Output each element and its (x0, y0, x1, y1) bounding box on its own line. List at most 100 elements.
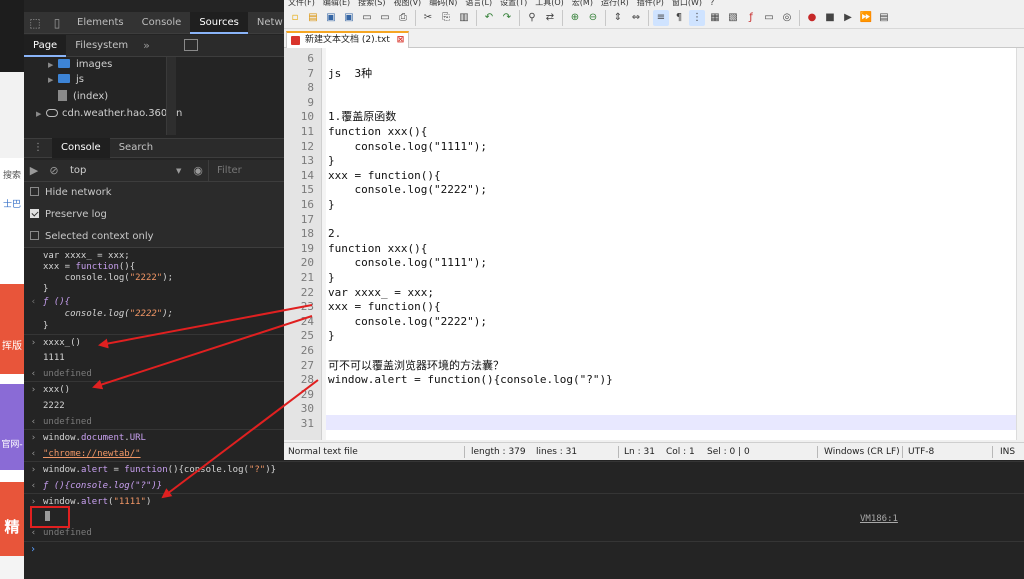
cut-icon[interactable]: ✂ (420, 10, 436, 26)
tab-sources[interactable]: Sources (190, 11, 248, 34)
selected-context-option[interactable]: Selected context only (30, 228, 154, 246)
code-line: window.alert = function(){console.log("?… (328, 373, 613, 387)
menu-language[interactable]: 语言(L) (461, 0, 496, 7)
filter-input[interactable]: Filter (208, 159, 294, 182)
undo-icon[interactable]: ↶ (481, 10, 497, 26)
file-tab[interactable]: 新建文本文档 (2).txt ⊠ (286, 31, 410, 48)
hide-network-option[interactable]: Hide network (30, 184, 112, 202)
selected-context-checkbox[interactable] (30, 231, 39, 240)
menu-macro[interactable]: 宏(M) (568, 0, 597, 7)
expand-arrow-icon[interactable]: ▶ (48, 57, 58, 73)
inspect-element-icon[interactable]: ⬚ (24, 12, 46, 34)
tree-item-domain[interactable]: ▶ cdn.weather.hao.360.cn (36, 106, 182, 122)
eye-icon[interactable]: ◉ (188, 164, 208, 177)
word-wrap-icon[interactable]: ≡ (653, 9, 669, 26)
clear-console-icon[interactable]: ⊘ (44, 164, 64, 177)
paste-icon[interactable]: ▥ (456, 10, 472, 26)
show-sidebar-icon[interactable]: ▶ (24, 164, 44, 177)
code-line: xxx = function(){ (328, 168, 441, 182)
menu-run[interactable]: 运行(R) (597, 0, 633, 7)
option-label: Preserve log (45, 209, 107, 220)
menu-file[interactable]: 文件(F) (284, 0, 319, 7)
toolbar-divider (648, 9, 649, 26)
preserve-log-option[interactable]: Preserve log (30, 206, 107, 224)
line-number: 19 (300, 241, 314, 255)
menu-view[interactable]: 视图(V) (389, 0, 425, 7)
file-tree-scrollbar[interactable] (166, 57, 176, 135)
code-editor[interactable]: 6 7 js 3种 8 9 10 1.覆盖原函数 11 function xxx(){12 co… (284, 48, 1024, 440)
folder-workspace-icon[interactable]: ▭ (761, 10, 777, 26)
monitoring-icon[interactable]: ◎ (779, 10, 795, 26)
device-toolbar-icon[interactable]: ▯ (46, 12, 68, 34)
doc-map-icon[interactable]: ▧ (725, 10, 741, 26)
source-link-vm[interactable]: VM186:1 (860, 511, 898, 527)
menu-edit[interactable]: 编辑(E) (319, 0, 354, 7)
editor-scrollbar[interactable] (1016, 48, 1024, 440)
find-icon[interactable]: ⚲ (524, 10, 540, 26)
sync-horizontal-icon[interactable]: ⇔ (628, 10, 644, 26)
drawer-tab-console[interactable]: Console (52, 138, 110, 158)
menu-search[interactable]: 搜索(S) (354, 0, 389, 7)
page-card-orange-2[interactable]: 精 (0, 482, 24, 556)
sync-vertical-icon[interactable]: ⇕ (610, 10, 626, 26)
close-icon[interactable]: ▭ (359, 10, 375, 26)
zoom-in-icon[interactable]: ⊕ (567, 10, 583, 26)
code-line: 2. (328, 227, 342, 241)
expand-arrow-icon[interactable]: ▶ (48, 72, 58, 88)
preserve-log-checkbox[interactable] (30, 209, 39, 218)
menu-encoding[interactable]: 编码(N) (425, 0, 461, 7)
menu-window[interactable]: 窗口(W) (668, 0, 706, 7)
function-list-icon[interactable]: ƒ (743, 10, 759, 26)
save-icon[interactable]: ▣ (323, 10, 339, 26)
menu-plugins[interactable]: 插件(P) (633, 0, 668, 7)
tree-item-index[interactable]: (index) (58, 89, 108, 105)
tree-item-images[interactable]: ▶ images (48, 57, 112, 73)
console-prompt[interactable]: › (30, 544, 36, 555)
stop-macro-icon[interactable]: ■ (822, 10, 838, 26)
replace-icon[interactable]: ⇄ (542, 10, 558, 26)
close-tab-icon[interactable]: ⊠ (397, 35, 405, 45)
page-link-text[interactable]: 士巴 (0, 198, 24, 212)
code-line: 可不可以覆盖浏览器环境的方法囊？ (328, 358, 504, 372)
page-card-orange[interactable]: 挥版 (0, 284, 24, 374)
udl-icon[interactable]: ▦ (707, 10, 723, 26)
record-macro-icon[interactable]: ● (804, 10, 820, 26)
more-tabs-chevron-icon[interactable]: » (137, 39, 156, 52)
copy-icon[interactable]: ⎘ (438, 10, 454, 26)
menu-help[interactable]: ? (706, 0, 718, 7)
tab-console[interactable]: Console (133, 12, 191, 34)
play-macro-icon[interactable]: ▶ (840, 10, 856, 26)
drawer-tab-search[interactable]: Search (110, 138, 162, 158)
hide-network-checkbox[interactable] (30, 187, 39, 196)
tab-page[interactable]: Page (24, 34, 67, 57)
menu-tools[interactable]: 工具(O) (531, 0, 568, 7)
new-file-icon[interactable]: ▫ (287, 10, 303, 26)
expand-arrow-icon[interactable]: ▶ (36, 106, 46, 122)
print-icon[interactable]: ⎙ (395, 10, 411, 26)
chevron-down-icon[interactable]: ▼ (176, 167, 188, 175)
context-selector[interactable]: top (64, 165, 176, 176)
status-divider (992, 446, 993, 458)
page-card-purple[interactable]: 官网- (0, 384, 24, 470)
open-file-icon[interactable]: ▤ (305, 10, 321, 26)
indent-guide-icon[interactable]: ⋮ (689, 9, 705, 26)
close-all-icon[interactable]: ▭ (377, 10, 393, 26)
run-macro-multiple-icon[interactable]: ⏩ (858, 10, 874, 26)
redo-icon[interactable]: ↷ (499, 10, 515, 26)
code-line: console.log("1111"); (328, 256, 487, 270)
toggle-sidebar-icon[interactable] (184, 39, 198, 51)
zoom-out-icon[interactable]: ⊖ (585, 10, 601, 26)
tab-elements[interactable]: Elements (68, 12, 133, 34)
show-all-chars-icon[interactable]: ¶ (671, 10, 687, 26)
line-number: 29 (300, 387, 314, 401)
status-insert-mode: INS (1000, 447, 1016, 457)
page-search-text[interactable]: 搜索 (0, 168, 24, 184)
save-macro-icon[interactable]: ▤ (876, 10, 892, 26)
tree-item-js[interactable]: ▶ js (48, 72, 84, 88)
save-all-icon[interactable]: ▣ (341, 10, 357, 26)
menu-settings[interactable]: 设置(T) (496, 0, 531, 7)
drawer-menu-icon[interactable]: ⋮ (24, 138, 52, 158)
tab-filesystem[interactable]: Filesystem (66, 35, 137, 57)
